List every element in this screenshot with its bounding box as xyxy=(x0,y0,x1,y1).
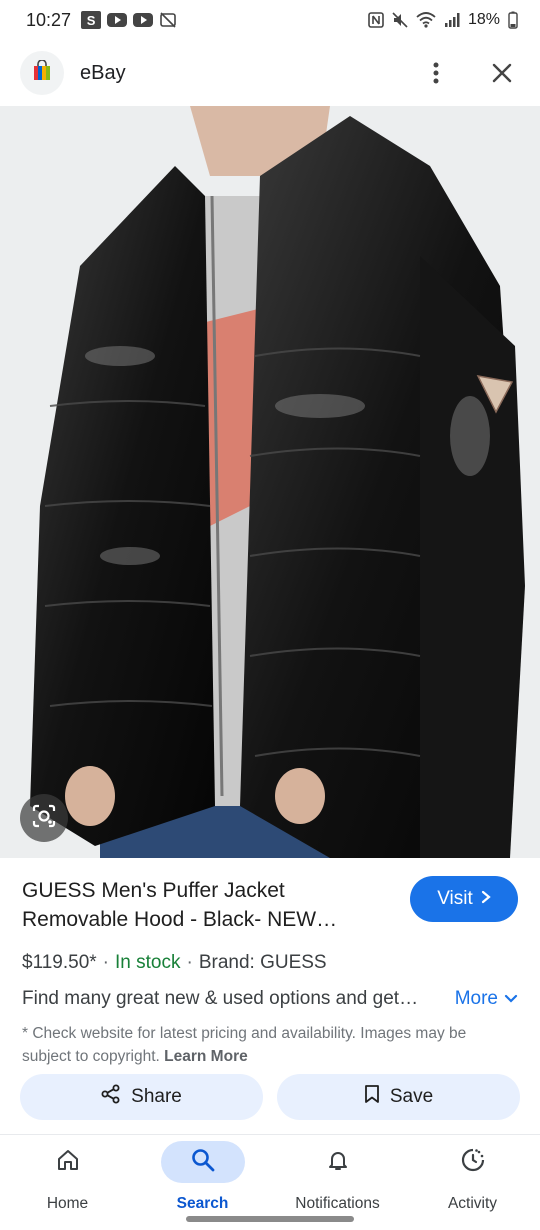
search-icon xyxy=(190,1147,216,1178)
product-meta: $119.50* · In stock · Brand: GUESS xyxy=(22,952,327,973)
visit-button[interactable]: Visit xyxy=(410,876,518,922)
save-button[interactable]: Save xyxy=(277,1074,520,1120)
product-brand: Brand: GUESS xyxy=(198,952,327,973)
chevron-down-icon xyxy=(504,988,518,1010)
status-time: 10:27 xyxy=(26,9,72,30)
share-button-label: Share xyxy=(131,1086,182,1107)
home-icon xyxy=(56,1148,80,1177)
wifi-icon xyxy=(416,12,436,28)
notification-badge-icon: S xyxy=(81,11,102,29)
visit-button-label: Visit xyxy=(437,888,473,909)
youtube-icon xyxy=(133,13,154,27)
action-row: Share Save xyxy=(20,1074,520,1120)
nav-activity[interactable]: Activity xyxy=(405,1135,540,1230)
share-icon xyxy=(101,1084,121,1110)
product-image[interactable] xyxy=(0,106,540,858)
battery-percent: 18% xyxy=(467,11,500,28)
home-indicator[interactable] xyxy=(186,1216,354,1222)
battery-icon xyxy=(508,11,518,29)
product-price: $119.50* xyxy=(22,952,97,973)
save-button-label: Save xyxy=(389,1086,434,1107)
nav-activity-label: Activity xyxy=(447,1195,498,1212)
shopping-bag-icon xyxy=(32,58,52,87)
activity-icon xyxy=(460,1147,486,1178)
product-description: Find many great new & used options and g… xyxy=(22,988,419,1009)
lens-button[interactable] xyxy=(20,794,68,842)
lens-icon xyxy=(31,803,57,834)
nfc-icon xyxy=(368,12,384,28)
nav-home[interactable]: Home xyxy=(0,1135,135,1230)
product-title[interactable]: GUESS Men's Puffer Jacket Removable Hood… xyxy=(22,876,392,934)
site-favicon xyxy=(20,51,64,95)
close-icon[interactable] xyxy=(484,55,520,91)
nav-home-label: Home xyxy=(46,1195,89,1212)
status-bar: 10:27 S 18% xyxy=(0,0,540,40)
more-vert-icon[interactable] xyxy=(418,55,454,91)
disclaimer: * Check website for latest pricing and a… xyxy=(22,1022,518,1068)
nav-search-label: Search xyxy=(176,1195,229,1212)
more-button[interactable]: More xyxy=(455,988,518,1010)
more-button-label: More xyxy=(454,988,498,1009)
stock-status: In stock xyxy=(115,952,181,973)
youtube-icon xyxy=(107,13,128,27)
chevron-right-icon xyxy=(481,888,491,910)
bell-icon xyxy=(326,1148,350,1177)
site-name: eBay xyxy=(80,61,126,84)
bookmark-icon xyxy=(364,1084,380,1110)
site-header: eBay xyxy=(0,42,540,104)
jacket-illustration xyxy=(0,106,540,858)
image-off-icon xyxy=(159,11,177,29)
nav-notifications-label: Notifications xyxy=(295,1195,380,1212)
mute-icon xyxy=(392,12,408,28)
signal-icon xyxy=(444,12,460,28)
product-details: GUESS Men's Puffer Jacket Removable Hood… xyxy=(0,858,540,1068)
learn-more-link[interactable]: Learn More xyxy=(164,1048,248,1065)
share-button[interactable]: Share xyxy=(20,1074,263,1120)
